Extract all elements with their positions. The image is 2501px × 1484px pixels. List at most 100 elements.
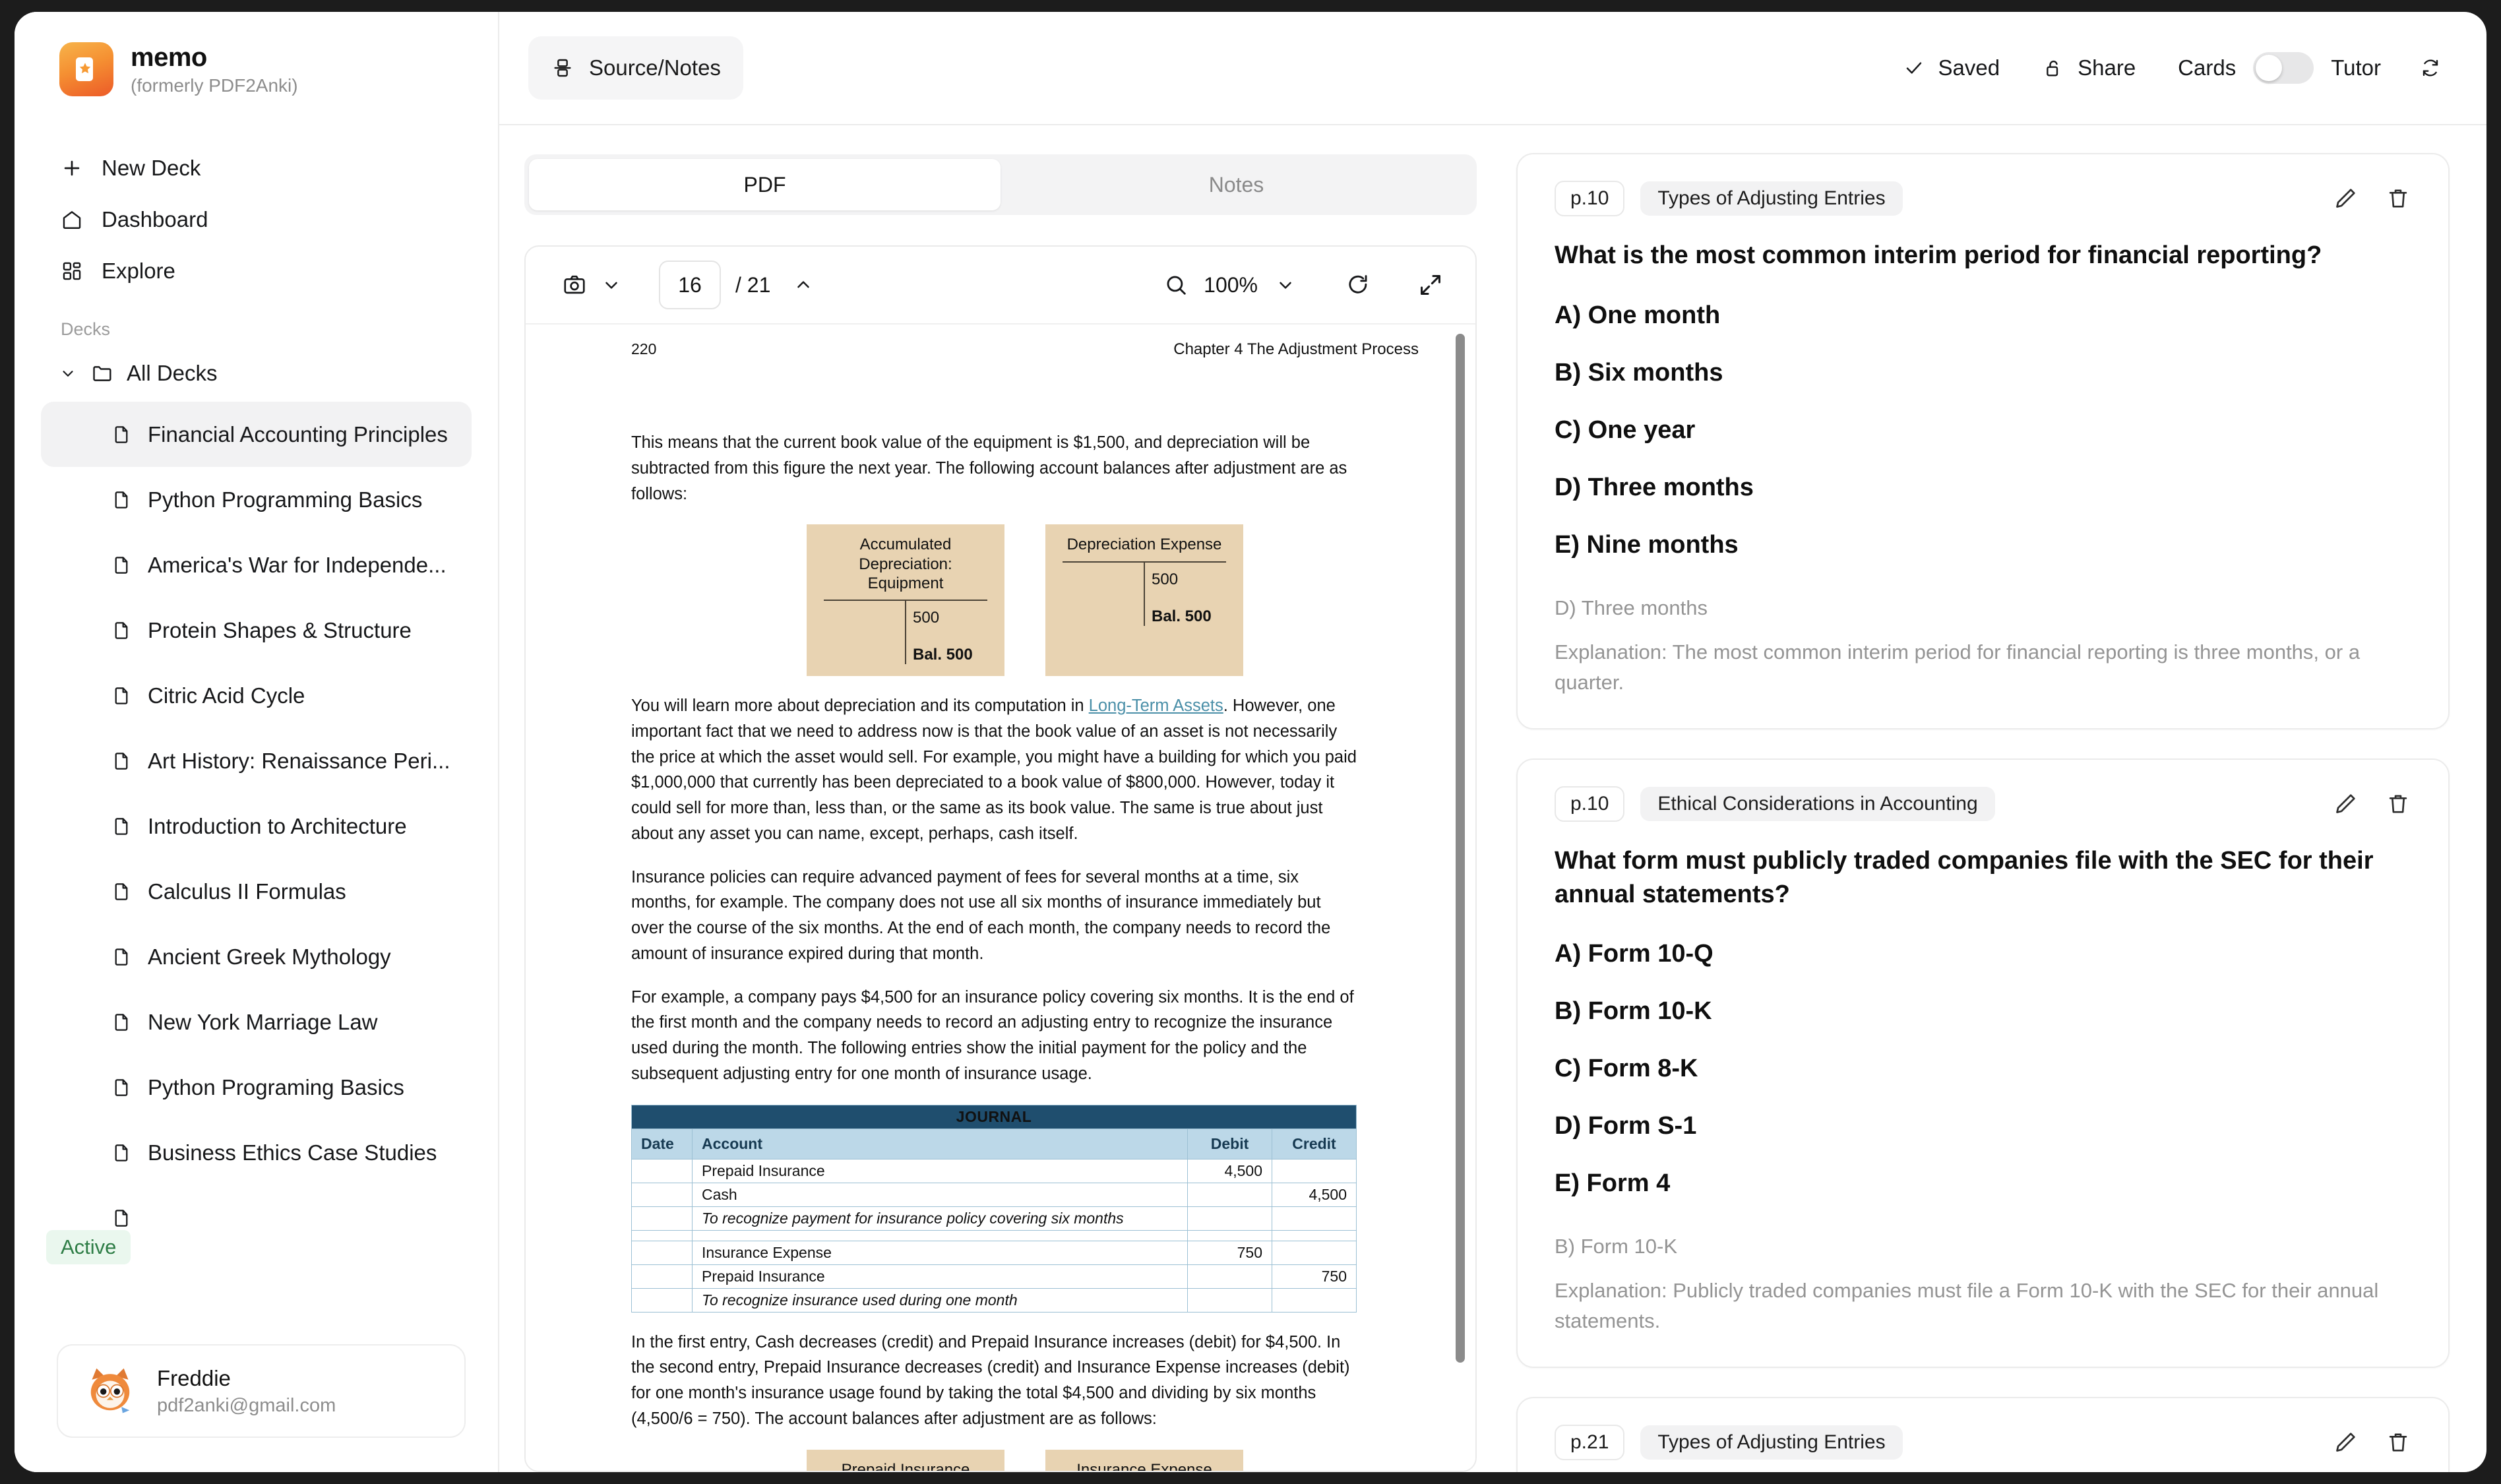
sidebar-item-dashboard[interactable]: Dashboard: [41, 194, 472, 245]
deck-item-label: Python Programming Basics: [148, 487, 423, 512]
deck-item-americas-war-for-independence[interactable]: America's War for Independe...: [41, 532, 472, 598]
share-button[interactable]: Share: [2021, 55, 2157, 80]
deck-list: Financial Accounting Principles Python P…: [41, 402, 472, 1251]
topic-chip: Types of Adjusting Entries: [1640, 1425, 1903, 1460]
app-subtitle: (formerly PDF2Anki): [131, 75, 298, 96]
edit-icon[interactable]: [2332, 791, 2359, 817]
zoom-group: 100%: [1158, 266, 1449, 303]
deck-item-label: Ancient Greek Mythology: [148, 944, 391, 969]
chevron-down-icon[interactable]: [58, 363, 78, 383]
deck-item-business-ethics-case-studies[interactable]: Business Ethics Case Studies: [41, 1120, 472, 1185]
cards-tutor-toggle[interactable]: Cards Tutor: [2157, 52, 2402, 84]
t-account-balance: Bal. 500: [1152, 607, 1212, 625]
deck-item-protein-shapes-structure[interactable]: Protein Shapes & Structure: [41, 598, 472, 663]
delete-icon[interactable]: [2385, 1429, 2411, 1456]
panel-split-icon: [551, 56, 574, 80]
deck-item-citric-acid-cycle[interactable]: Citric Acid Cycle: [41, 663, 472, 728]
journal-row-spacer: [631, 1230, 1357, 1241]
new-deck-button[interactable]: New Deck: [41, 142, 472, 194]
app-logo-icon: [59, 42, 113, 96]
t-accounts-group-2: Prepaid Insurance 4,500 Bal. 3,750 750: [631, 1449, 1419, 1471]
flashcard-header: p.10 Ethical Considerations in Accountin…: [1555, 786, 2411, 822]
share-label: Share: [2078, 55, 2136, 80]
journal-cell-date: [631, 1264, 693, 1289]
flashcard[interactable]: p.10 Types of Adjusting Entries What is …: [1516, 153, 2450, 729]
flashcard-option: A) Form 10-Q: [1555, 940, 1714, 968]
snapshot-icon[interactable]: [556, 266, 593, 303]
switch-knob: [2256, 55, 2283, 81]
pdf-paragraph-2-pre: You will learn more about depreciation a…: [631, 696, 1089, 716]
zoom-dropdown-icon[interactable]: [1267, 266, 1304, 303]
top-toolbar: Source/Notes Saved Share Cards Tutor: [499, 12, 2486, 125]
flashcard-option: C) One year: [1555, 416, 1696, 444]
rotate-icon[interactable]: [1340, 266, 1376, 303]
refresh-button[interactable]: [2402, 57, 2450, 79]
edit-icon[interactable]: [2332, 1429, 2359, 1456]
t-account-title: Accumulated Depreciation: Equipment: [859, 536, 952, 592]
journal-cell-account: To recognize insurance used during one m…: [692, 1287, 1188, 1313]
deck-item-python-programing-basics[interactable]: Python Programing Basics: [41, 1055, 472, 1120]
topbar-actions: Saved Share Cards Tutor: [1882, 52, 2450, 84]
deck-item-label: Calculus II Formulas: [148, 879, 346, 904]
mode-switch[interactable]: [2253, 52, 2314, 84]
fullscreen-icon[interactable]: [1412, 266, 1449, 303]
pdf-scrollbar[interactable]: [1456, 334, 1465, 1363]
saved-indicator: Saved: [1882, 55, 2022, 80]
page-up-icon[interactable]: [785, 266, 822, 303]
file-icon: [109, 553, 133, 577]
decks-section-label: Decks: [61, 319, 111, 339]
t-account-title: Depreciation Expense: [1066, 536, 1222, 554]
user-profile[interactable]: Freddie pdf2anki@gmail.com: [57, 1344, 466, 1438]
tab-notes[interactable]: Notes: [1001, 159, 1472, 210]
app-title: memo: [131, 42, 207, 72]
delete-icon[interactable]: [2385, 791, 2411, 817]
deck-item-ancient-greek-mythology[interactable]: Ancient Greek Mythology: [41, 924, 472, 989]
deck-item-calculus-ii-formulas[interactable]: Calculus II Formulas: [41, 859, 472, 924]
flashcard[interactable]: p.10 Ethical Considerations in Accountin…: [1516, 758, 2450, 1369]
journal-cell-credit: 750: [1272, 1264, 1357, 1289]
edit-icon[interactable]: [2332, 185, 2359, 212]
deck-item-introduction-to-architecture[interactable]: Introduction to Architecture: [41, 793, 472, 859]
page-number-input[interactable]: 16: [659, 261, 721, 309]
journal-cell-credit: [1272, 1206, 1357, 1231]
search-icon[interactable]: [1158, 266, 1194, 303]
journal-row: To recognize insurance used during one m…: [631, 1287, 1357, 1313]
file-icon: [109, 1141, 133, 1165]
pdf-viewer: 16 / 21 100% 220 Chapter 4 The Adjustmen…: [524, 245, 1477, 1472]
source-notes-button[interactable]: Source/Notes: [528, 36, 743, 100]
t-accounts-group-1: Accumulated Depreciation: Equipment 500 …: [631, 524, 1419, 677]
tree-root-all-decks[interactable]: All Decks: [41, 349, 472, 398]
journal-cell-account: Prepaid Insurance: [692, 1264, 1188, 1289]
journal-row: Prepaid Insurance 4,500: [631, 1158, 1357, 1183]
main-area: Source/Notes Saved Share Cards Tutor PDF…: [499, 12, 2486, 1472]
t-account: Insurance Expense 750 Bal. 750: [1045, 1449, 1243, 1471]
journal-cell-debit: [1187, 1206, 1272, 1231]
deck-tree: All Decks Financial Accounting Principle…: [15, 349, 498, 1251]
sidebar-item-label: Explore: [102, 259, 175, 283]
t-account: Depreciation Expense 500 Bal. 500: [1045, 524, 1243, 677]
deck-item-label: Citric Acid Cycle: [148, 683, 305, 708]
t-account: Prepaid Insurance 4,500 Bal. 3,750 750: [807, 1449, 1004, 1471]
deck-item-label: Protein Shapes & Structure: [148, 617, 412, 642]
file-icon: [109, 815, 133, 838]
deck-item-python-programming-basics[interactable]: Python Programming Basics: [41, 467, 472, 532]
deck-item-new-york-marriage-law[interactable]: New York Marriage Law: [41, 989, 472, 1055]
long-term-assets-link[interactable]: Long-Term Assets: [1089, 696, 1223, 715]
flashcard[interactable]: p.21 Types of Adjusting Entries Which ac…: [1516, 1397, 2450, 1472]
delete-icon[interactable]: [2385, 185, 2411, 212]
new-deck-label: New Deck: [102, 156, 201, 180]
deck-item-art-history-renaissance-period[interactable]: Art History: Renaissance Peri...: [41, 728, 472, 793]
snapshot-dropdown-icon[interactable]: [593, 266, 630, 303]
journal-cell-debit: [1187, 1182, 1272, 1207]
zoom-level-label: 100%: [1204, 272, 1258, 297]
t-account-balance: Bal. 500: [913, 646, 973, 664]
t-account-right-value: 500: [913, 609, 940, 627]
journal-cell-account: Prepaid Insurance: [692, 1158, 1188, 1183]
journal-header-debit: Debit: [1187, 1128, 1272, 1159]
deck-item-label: America's War for Independe...: [148, 552, 447, 577]
flashcard-question: What form must publicly traded companies…: [1555, 846, 2374, 908]
sidebar-item-explore[interactable]: Explore: [41, 245, 472, 297]
tab-pdf[interactable]: PDF: [529, 159, 1001, 210]
file-icon: [109, 1010, 133, 1034]
deck-item-financial-accounting-principles[interactable]: Financial Accounting Principles: [41, 402, 472, 467]
